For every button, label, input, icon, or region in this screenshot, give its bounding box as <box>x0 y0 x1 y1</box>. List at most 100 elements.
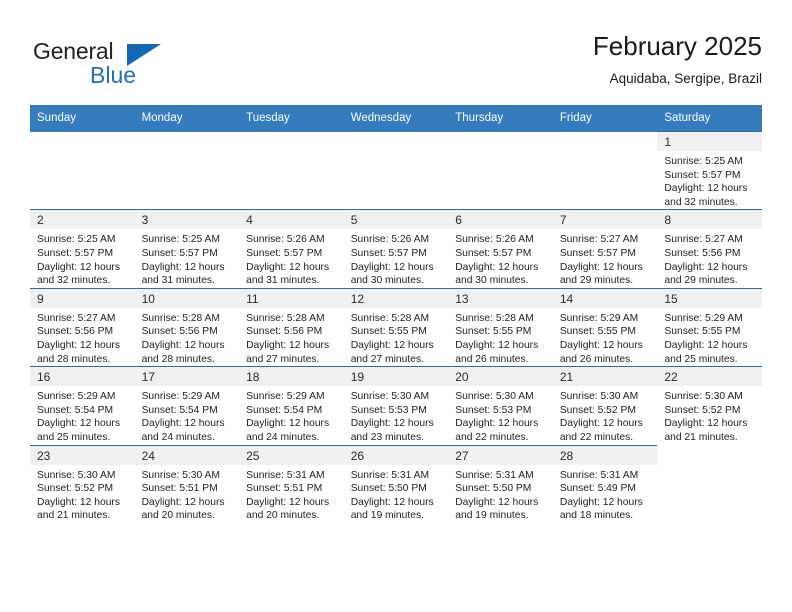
day-number: 15 <box>664 291 678 306</box>
day-number: 12 <box>350 291 365 306</box>
calendar-day-cell[interactable]: 22 Sunrise: 5:30 AM Sunset: 5:52 PM Dayligh… <box>657 366 762 445</box>
sunrise-text: Sunrise: 5:28 AM <box>246 312 325 324</box>
daylight-text-line2: and 18 minutes. <box>559 510 634 522</box>
calendar-day-cell[interactable]: 3 Sunrise: 5:25 AM Sunset: 5:57 PM Daylight… <box>134 209 240 289</box>
calendar-day-cell[interactable]: 19 Sunrise: 5:30 AM Sunset: 5:53 PM Dayligh… <box>343 366 449 445</box>
calendar-day-cell[interactable]: 24 Sunrise: 5:30 AM Sunset: 5:51 PM Dayligh… <box>134 444 240 523</box>
calendar-day-cell[interactable]: 23 Sunrise: 5:30 AM Sunset: 5:52 PM Dayligh… <box>30 444 135 523</box>
day-number-band <box>343 131 449 151</box>
day-cell-body: Sunrise: 5:26 AM Sunset: 5:57 PM Daylight:… <box>239 229 344 287</box>
calendar-day-cell[interactable]: 27 Sunrise: 5:31 AM Sunset: 5:50 PM Dayligh… <box>448 444 553 523</box>
daylight-text-line1: Daylight: 12 hours <box>141 496 225 508</box>
day-number: 13 <box>455 291 469 306</box>
logo-text-general: General <box>33 38 114 64</box>
daylight-text-line2: and 26 minutes. <box>559 353 634 365</box>
calendar-day-cell[interactable]: 21 Sunrise: 5:30 AM Sunset: 5:52 PM Dayligh… <box>552 366 658 445</box>
daylight-text-line1: Daylight: 12 hours <box>664 418 748 430</box>
day-cell-body: Sunrise: 5:28 AM Sunset: 5:55 PM Daylight:… <box>448 308 553 366</box>
calendar-day-cell[interactable]: 16 Sunrise: 5:29 AM Sunset: 5:54 PM Dayligh… <box>30 366 135 445</box>
calendar-day-cell[interactable]: 25 Sunrise: 5:31 AM Sunset: 5:51 PM Dayligh… <box>239 444 344 523</box>
day-number: 27 <box>455 448 469 463</box>
general-blue-logo[interactable]: General Blue <box>33 38 163 94</box>
daylight-text-line2: and 32 minutes. <box>37 275 111 287</box>
day-number-band <box>134 131 240 151</box>
title-block: February 2025 Aquidaba, Sergipe, Brazil <box>593 30 762 89</box>
calendar-day-cell[interactable]: 17 Sunrise: 5:29 AM Sunset: 5:54 PM Dayligh… <box>134 366 240 445</box>
daylight-text-line2: and 20 minutes. <box>246 510 320 522</box>
calendar-week-row: 16 Sunrise: 5:29 AM Sunset: 5:54 PM Dayligh… <box>30 366 762 445</box>
daylight-text-line1: Daylight: 12 hours <box>455 496 539 508</box>
day-number-band: 23 <box>30 445 135 465</box>
sunset-text: Sunset: 5:51 PM <box>246 483 323 495</box>
daylight-text-line1: Daylight: 12 hours <box>246 496 330 508</box>
calendar-day-cell[interactable]: 28 Sunrise: 5:31 AM Sunset: 5:49 PM Dayligh… <box>552 444 658 523</box>
sunset-text: Sunset: 5:57 PM <box>664 169 741 181</box>
sunset-text: Sunset: 5:56 PM <box>141 326 218 338</box>
sunset-text: Sunset: 5:55 PM <box>664 326 741 338</box>
sunrise-text: Sunrise: 5:29 AM <box>559 312 639 324</box>
daylight-text-line1: Daylight: 12 hours <box>141 418 225 430</box>
calendar-day-cell[interactable]: 14 Sunrise: 5:29 AM Sunset: 5:55 PM Dayligh… <box>552 287 658 367</box>
sunrise-text: Sunrise: 5:31 AM <box>455 469 534 481</box>
sunset-text: Sunset: 5:54 PM <box>246 404 323 416</box>
day-number-band: 15 <box>657 288 762 308</box>
sunrise-text: Sunrise: 5:27 AM <box>664 234 743 246</box>
calendar-day-cell[interactable]: 8 Sunrise: 5:27 AM Sunset: 5:56 PM Daylight… <box>657 209 762 289</box>
day-cell-body: Sunrise: 5:29 AM Sunset: 5:55 PM Daylight:… <box>657 308 762 366</box>
sunset-text: Sunset: 5:55 PM <box>350 326 427 338</box>
day-number-band: 11 <box>239 288 344 308</box>
calendar-day-cell[interactable]: 2 Sunrise: 5:25 AM Sunset: 5:57 PM Daylight… <box>30 209 135 289</box>
calendar-day-cell[interactable]: 9 Sunrise: 5:27 AM Sunset: 5:56 PM Daylight… <box>30 287 135 367</box>
day-number: 16 <box>37 370 51 385</box>
day-number-band: 10 <box>134 288 240 308</box>
day-number: 23 <box>37 448 51 463</box>
day-cell-body: Sunrise: 5:30 AM Sunset: 5:53 PM Daylight:… <box>448 386 553 444</box>
day-cell-body: Sunrise: 5:31 AM Sunset: 5:50 PM Daylight:… <box>344 465 449 523</box>
sunset-text: Sunset: 5:56 PM <box>664 247 741 259</box>
calendar-day-cell[interactable]: 7 Sunrise: 5:27 AM Sunset: 5:57 PM Daylight… <box>552 209 658 289</box>
calendar-day-cell[interactable]: 26 Sunrise: 5:31 AM Sunset: 5:50 PM Dayligh… <box>343 444 449 523</box>
weekday-header-wednesday: Wednesday <box>343 105 449 132</box>
daylight-text-line1: Daylight: 12 hours <box>664 261 748 273</box>
day-number: 4 <box>246 213 253 228</box>
calendar-day-cell[interactable]: 11 Sunrise: 5:28 AM Sunset: 5:56 PM Dayligh… <box>239 287 344 367</box>
day-number-band: 21 <box>552 367 658 387</box>
daylight-text-line1: Daylight: 12 hours <box>455 261 539 273</box>
calendar-day-cell[interactable]: 13 Sunrise: 5:28 AM Sunset: 5:55 PM Dayligh… <box>448 287 553 367</box>
sunrise-text: Sunrise: 5:30 AM <box>37 469 116 481</box>
daylight-text-line1: Daylight: 12 hours <box>664 339 748 351</box>
calendar-day-cell[interactable]: 6 Sunrise: 5:26 AM Sunset: 5:57 PM Daylight… <box>448 209 553 289</box>
calendar-day-cell-empty <box>134 131 240 210</box>
calendar-day-cell[interactable]: 10 Sunrise: 5:28 AM Sunset: 5:56 PM Dayligh… <box>134 287 240 367</box>
calendar-day-cell[interactable]: 15 Sunrise: 5:29 AM Sunset: 5:55 PM Dayligh… <box>657 287 762 367</box>
sunrise-text: Sunrise: 5:29 AM <box>246 391 325 403</box>
daylight-text-line2: and 19 minutes. <box>455 510 529 522</box>
sunrise-text: Sunrise: 5:28 AM <box>350 312 430 324</box>
calendar-day-cell-empty <box>239 131 344 210</box>
daylight-text-line1: Daylight: 12 hours <box>350 339 434 351</box>
calendar-day-cell[interactable]: 18 Sunrise: 5:29 AM Sunset: 5:54 PM Dayligh… <box>239 366 344 445</box>
sunrise-text: Sunrise: 5:30 AM <box>350 391 430 403</box>
calendar-day-cell[interactable]: 4 Sunrise: 5:26 AM Sunset: 5:57 PM Daylight… <box>239 209 344 289</box>
calendar-day-cell[interactable]: 20 Sunrise: 5:30 AM Sunset: 5:53 PM Dayligh… <box>448 366 553 445</box>
daylight-text-line1: Daylight: 12 hours <box>455 339 539 351</box>
sunset-text: Sunset: 5:50 PM <box>350 483 427 495</box>
calendar-day-cell-empty <box>552 131 658 210</box>
calendar-page: General Blue February 2025 Aquidaba, Ser… <box>0 0 792 612</box>
page-header: General Blue February 2025 Aquidaba, Ser… <box>30 30 762 100</box>
sunrise-text: Sunrise: 5:30 AM <box>559 391 639 403</box>
calendar-day-cell[interactable]: 12 Sunrise: 5:28 AM Sunset: 5:55 PM Dayligh… <box>343 287 449 367</box>
sunrise-text: Sunrise: 5:25 AM <box>37 234 116 246</box>
day-number-band: 12 <box>343 288 449 308</box>
calendar-day-cell[interactable]: 1 Sunrise: 5:25 AM Sunset: 5:57 PM Daylight… <box>657 130 762 210</box>
day-cell-body: Sunrise: 5:26 AM Sunset: 5:57 PM Daylight:… <box>448 229 553 287</box>
day-number-band: 17 <box>134 367 240 387</box>
calendar-day-cell-empty <box>30 131 135 210</box>
daylight-text-line1: Daylight: 12 hours <box>455 418 539 430</box>
sunset-text: Sunset: 5:57 PM <box>559 247 636 259</box>
calendar-body: 1 Sunrise: 5:25 AM Sunset: 5:57 PM Daylight… <box>30 130 762 523</box>
daylight-text-line1: Daylight: 12 hours <box>664 183 748 195</box>
calendar-day-cell[interactable]: 5 Sunrise: 5:26 AM Sunset: 5:57 PM Daylight… <box>343 209 449 289</box>
sunset-text: Sunset: 5:53 PM <box>455 404 532 416</box>
weekday-header-thursday: Thursday <box>448 105 553 132</box>
